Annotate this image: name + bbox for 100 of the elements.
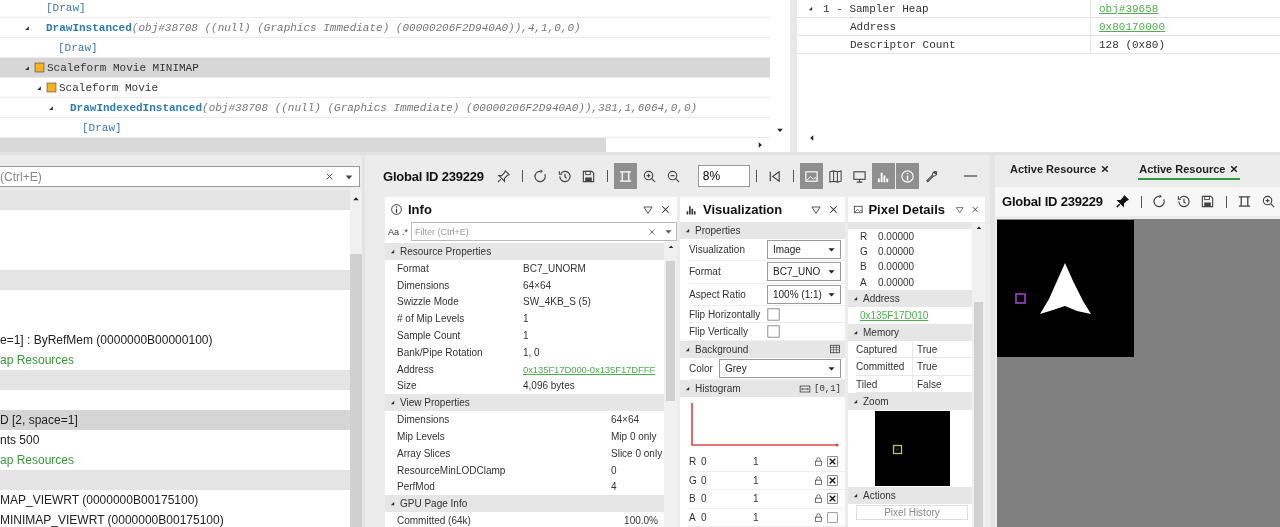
range-icon[interactable] (799, 382, 811, 395)
marker-label[interactable]: Scaleform Movie MINIMAP (47, 61, 199, 74)
filter-field[interactable]: (Ctrl+E) (0, 166, 360, 187)
regex-toggle[interactable]: .* (402, 226, 409, 237)
lock-icon[interactable] (813, 456, 824, 468)
channel-value: 0.00000 (878, 261, 916, 273)
section-title: Resource Properties (400, 246, 492, 257)
section-header[interactable]: Memory (848, 323, 972, 341)
lock-icon[interactable] (813, 511, 824, 523)
scroll-arrow-icon[interactable] (974, 224, 983, 232)
clear-icon[interactable] (324, 171, 335, 182)
checkbox[interactable] (827, 511, 838, 523)
section-header[interactable]: GPU Page Info (385, 495, 664, 513)
dropdown[interactable]: BC7_UNO (767, 262, 841, 282)
resource-link[interactable]: ap Resources (0, 353, 75, 367)
case-toggle[interactable]: Aa (388, 226, 399, 237)
section-header[interactable]: Actions (848, 487, 972, 505)
resource-link[interactable]: ap Resources (0, 453, 75, 467)
filter-field[interactable]: Filter (Ctrl+E) (411, 222, 677, 241)
scrollbar[interactable] (350, 190, 362, 527)
channel-name: A (860, 276, 868, 288)
group-label: D [2, space=1] (0, 413, 78, 427)
property-name: Captured (856, 343, 899, 355)
channel-name: A (689, 511, 697, 523)
lock-icon[interactable] (813, 474, 824, 486)
section-header[interactable]: Resource Properties (385, 243, 664, 260)
map-icon (828, 168, 844, 184)
image-button[interactable] (800, 163, 824, 189)
close-icon[interactable] (1100, 164, 1111, 174)
field-label: Format (689, 266, 722, 278)
section-header[interactable]: View Properties (385, 394, 664, 412)
dropdown[interactable]: Grey (719, 359, 841, 379)
field-label: Aspect Ratio (689, 288, 747, 300)
filter-input[interactable]: (Ctrl+E) (0, 169, 316, 184)
field-label: Color (689, 363, 714, 375)
dropdown[interactable]: Image (767, 240, 841, 260)
checkbox[interactable] (827, 474, 838, 486)
dropdown-icon[interactable] (810, 203, 822, 216)
section-header[interactable]: Properties (680, 222, 845, 239)
lock-icon[interactable] (813, 493, 824, 505)
property-name: PerfMod (397, 481, 436, 493)
bar-chart-icon (685, 203, 698, 216)
zoom-out-icon (666, 168, 682, 184)
draw-call[interactable]: DrawInstanced(obj#38708 ((null) (Graphics Immediate) (00000206F2D940A0)),4,1,0,0) (46, 21, 581, 34)
scrollbar[interactable] (664, 241, 677, 527)
info-button[interactable] (896, 163, 920, 189)
scroll-arrow-icon[interactable] (666, 243, 675, 251)
frame-icon (618, 168, 634, 184)
panel-title: Info (408, 202, 432, 217)
section-header[interactable]: Address (848, 289, 972, 307)
list-text: e=1] : ByRefMem (0000000B00000100) (0, 333, 213, 347)
history-icon (557, 168, 573, 184)
dropdown-icon[interactable] (642, 203, 654, 216)
draw-link[interactable]: [Draw] (58, 41, 98, 54)
close-icon[interactable] (659, 203, 672, 216)
image-icon (804, 168, 820, 184)
channel-max: 1 (753, 474, 760, 486)
section-title: Zoom (863, 396, 889, 408)
scrollbar[interactable] (972, 222, 985, 527)
channel-max: 1 (753, 493, 760, 505)
close-icon[interactable] (1229, 164, 1240, 174)
histogram-button[interactable] (872, 163, 896, 189)
section-header[interactable]: Histogram [0,1] (680, 380, 845, 398)
marker-icon (46, 82, 57, 93)
section-header[interactable]: Zoom (848, 393, 972, 411)
property-name: ResourceMinLODClamp (397, 464, 507, 476)
tree-row[interactable]: Scaleform Movie (0, 78, 770, 98)
list-text: nts 500 (0, 433, 40, 447)
draw-link[interactable]: [Draw] (46, 1, 86, 14)
resource-title: Global ID 239229 (1002, 194, 1103, 209)
section-title: Actions (863, 490, 896, 502)
checkbox[interactable] (767, 307, 780, 321)
channel-value: 0.00000 (878, 231, 916, 243)
filter-input[interactable]: Filter (Ctrl+E) (412, 226, 641, 237)
draw-link[interactable]: [Draw] (82, 121, 122, 134)
panel-title: Visualization (703, 202, 783, 217)
list-text: MAP_VIEWRT (0000000B00175100) (0, 493, 199, 507)
tree-row[interactable]: Scaleform Movie MINIMAP (0, 58, 770, 78)
group-header[interactable]: D [2, space=1] (0, 410, 350, 430)
minimize-icon (962, 175, 978, 177)
property-value: SW_4KB_S (5) (523, 296, 592, 308)
checkbox[interactable] (827, 456, 838, 468)
zoom-field[interactable]: 8% (697, 165, 750, 187)
marker-label[interactable]: Scaleform Movie (59, 81, 159, 94)
dropdown[interactable]: 100% (1:1) (767, 284, 841, 304)
section-title: Histogram (695, 383, 741, 395)
close-icon[interactable] (827, 203, 840, 216)
history-icon (1176, 194, 1192, 209)
property-name: Array Slices (397, 447, 452, 459)
property-value: 0 (611, 464, 618, 476)
grid-icon[interactable] (829, 343, 841, 356)
draw-call[interactable]: DrawIndexedInstanced(obj#38708 ((null) (Graphics Immediate) (00000206F2D940A0)),381,1,6064,0,0) (70, 101, 698, 114)
tab[interactable]: Active Resource (1138, 160, 1241, 180)
clear-icon[interactable] (647, 226, 657, 237)
tab[interactable]: Active Resource (1009, 160, 1112, 180)
checkbox[interactable] (767, 325, 780, 339)
property-name: Tiled (856, 378, 879, 390)
channel-min: 0 (701, 493, 708, 505)
checkbox[interactable] (827, 493, 838, 505)
pixel-history-button[interactable]: Pixel History (856, 505, 968, 521)
